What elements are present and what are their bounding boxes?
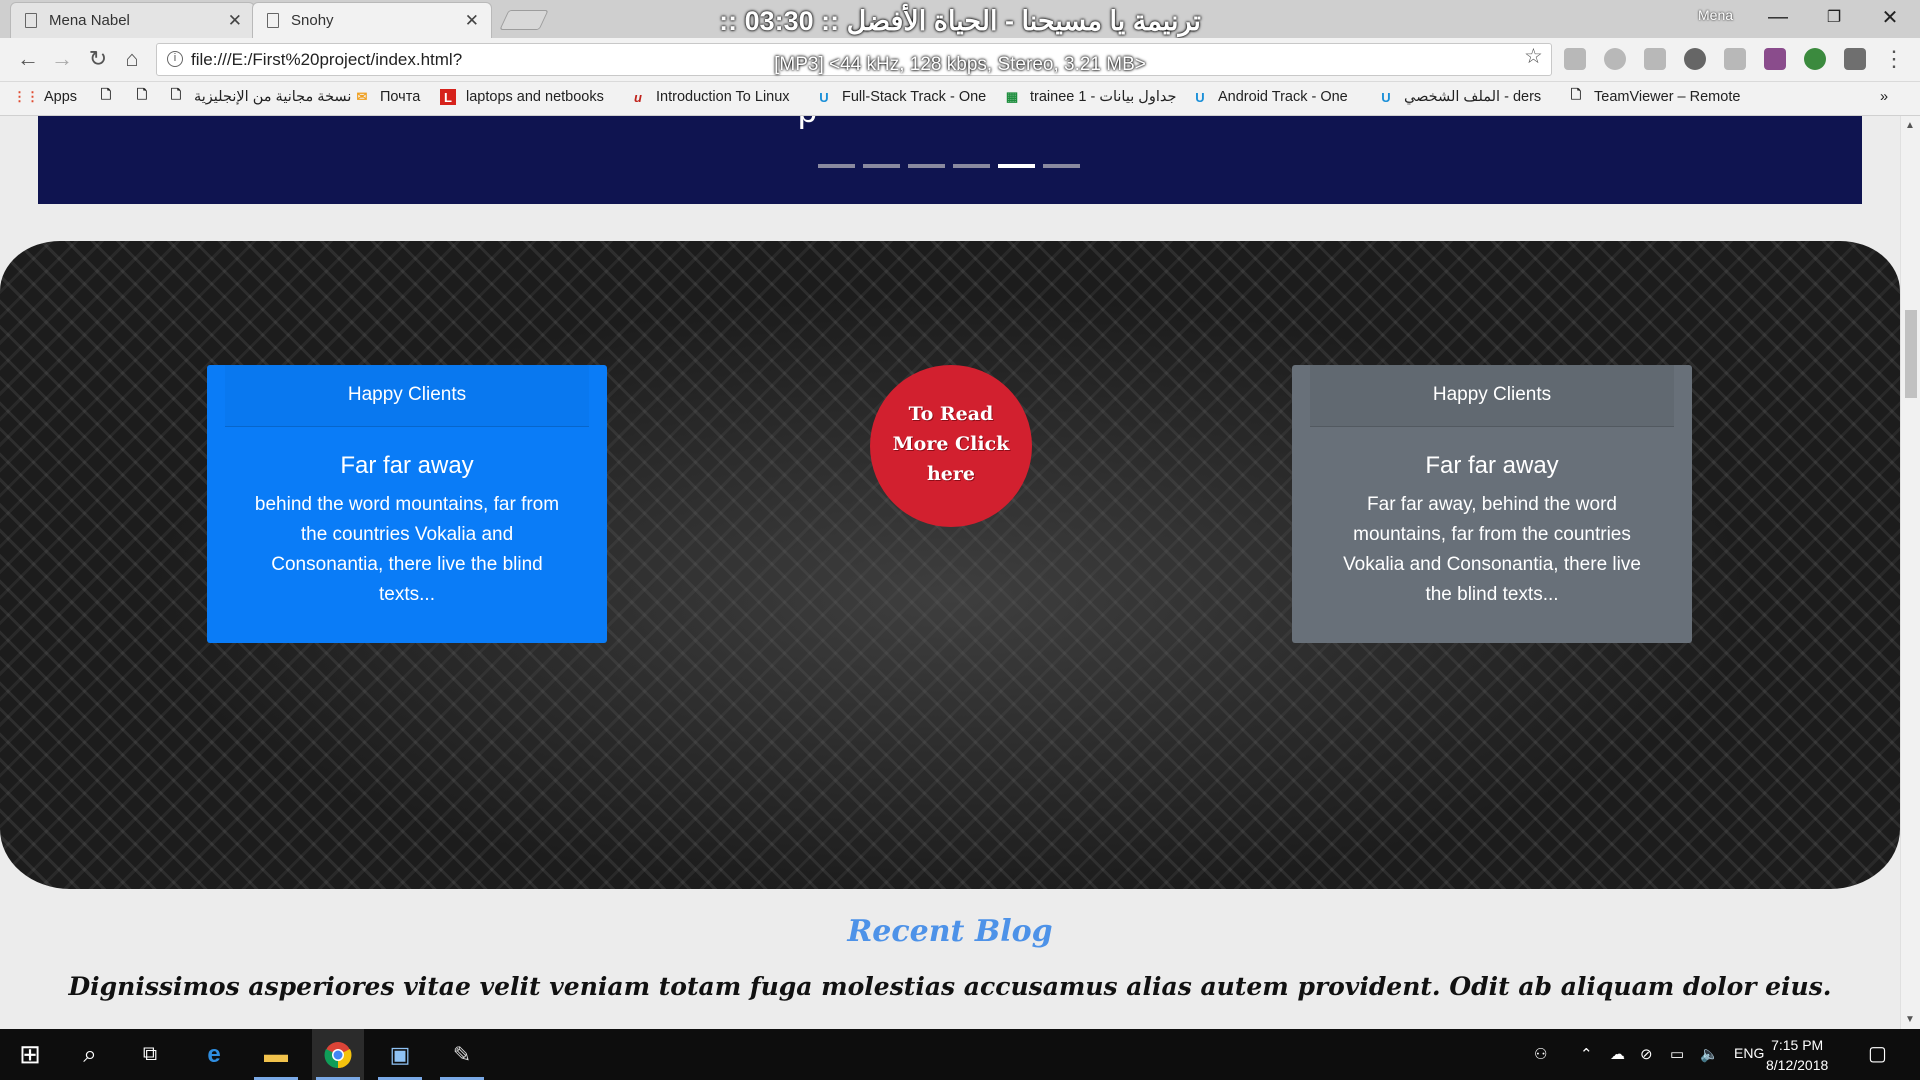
bookmark-pochta[interactable]: ✉ Почта	[354, 89, 421, 105]
linux-logo-icon: u	[634, 89, 642, 105]
bookmark-apps[interactable]: ⋮⋮ Apps	[13, 89, 78, 105]
task-view-icon[interactable]: ⧉	[124, 1029, 176, 1080]
close-window-button[interactable]: ✕	[1862, 2, 1918, 32]
card-title: Far far away	[340, 452, 474, 479]
clock-date: 8/12/2018	[1766, 1057, 1829, 1073]
bookmark-trainee[interactable]: ▦ trainee 1 - جداول بيانات	[1004, 89, 1177, 105]
recent-blog-heading: Recent Blog	[847, 914, 1053, 949]
show-hidden-icons[interactable]: ⌃	[1580, 1045, 1593, 1063]
app-icon[interactable]: ▣	[374, 1029, 426, 1080]
bookmarks-overflow[interactable]: »	[1880, 89, 1888, 105]
clock-time: 7:15 PM	[1771, 1037, 1824, 1053]
hero-caption: p	[798, 116, 817, 131]
bookmark-arabic-copy[interactable]: 🗋 نسخة مجانية من الإنجليزية	[168, 87, 352, 105]
profile-name[interactable]: Mena	[1698, 7, 1733, 23]
sheets-icon: ▦	[1005, 89, 1019, 104]
scroll-up-icon[interactable]: ▲	[1905, 120, 1915, 131]
onedrive-icon[interactable]: ☁	[1610, 1045, 1625, 1063]
battery-icon[interactable]: ▭	[1670, 1045, 1684, 1063]
mail-icon: ✉	[356, 89, 368, 104]
apps-grid-icon: ⋮⋮	[13, 89, 39, 104]
windows-taskbar: ⊞ ⌕ ⧉ e ▬ ▣ ✎ ⚇ ⌃ ☁ ⊘ ▭ 🔈 ENG 7:15 PM 8/…	[0, 1029, 1920, 1080]
bookmark-label: Почта	[380, 89, 421, 105]
bookmark-teamviewer[interactable]: 🗋 TeamViewer – Remote	[1568, 87, 1741, 105]
tab-strip: Mena Nabel ✕ Snohy ✕ :: ترنيمة يا مسيحنا…	[0, 0, 1920, 38]
slide-indicator[interactable]	[863, 164, 900, 168]
card-header: Happy Clients	[225, 365, 589, 427]
chrome-logo-icon	[324, 1041, 352, 1068]
read-more-line: To Read	[908, 403, 994, 425]
people-icon[interactable]: ⚇	[1534, 1045, 1547, 1063]
windows-start-icon[interactable]: ⊞	[4, 1029, 56, 1080]
bookmark-page[interactable]: 🗋	[134, 87, 160, 105]
language-indicator[interactable]: ENG	[1734, 1045, 1764, 1061]
card-header: Happy Clients	[1310, 365, 1674, 427]
bookmark-label: TeamViewer – Remote	[1594, 89, 1741, 105]
minimize-button[interactable]: —	[1750, 2, 1806, 32]
bookmark-label: laptops and netbooks	[466, 89, 604, 105]
slide-indicator[interactable]	[818, 164, 855, 168]
page-icon: 🗋	[136, 87, 148, 102]
bookmark-page[interactable]: 🗋	[98, 87, 124, 105]
card-text: behind the word mountains, far from the …	[254, 494, 560, 605]
l-logo-icon: L	[440, 89, 456, 105]
page-icon: 🗋	[1570, 87, 1582, 102]
bookmarks-bar: ⋮⋮ Apps 🗋 🗋 🗋 نسخة مجانية من الإنجليزية …	[0, 82, 1920, 116]
page-scrollbar[interactable]: ▲ ▼	[1900, 116, 1920, 1029]
page-viewport: p Happy Clients Far far away behind the …	[0, 116, 1900, 1029]
media-player-info: [MP3] <44 kHz, 128 kbps, Stereo, 3.21 MB…	[774, 54, 1146, 75]
system-clock[interactable]: 7:15 PM 8/12/2018	[1766, 1035, 1828, 1075]
edge-icon[interactable]: e	[188, 1029, 240, 1080]
testimonials-section: Happy Clients Far far away behind the wo…	[0, 241, 1900, 889]
hero-slider: p	[38, 116, 1862, 204]
bookmark-label: Android Track - One	[1218, 89, 1348, 105]
udacity-icon: U	[1381, 89, 1391, 105]
read-more-line: here	[926, 463, 975, 485]
card-title: Far far away	[1425, 452, 1559, 479]
slide-indicator[interactable]	[1043, 164, 1080, 168]
slider-indicators	[818, 164, 1080, 168]
bookmark-laptops[interactable]: L laptops and netbooks	[440, 89, 604, 105]
udacity-icon: U	[819, 89, 829, 105]
slide-indicator[interactable]	[953, 164, 990, 168]
read-more-button[interactable]: To Read More Click here	[870, 365, 1032, 527]
bookmark-label: الملف الشخصي - ders	[1404, 89, 1542, 105]
hero-caption-text: p	[798, 116, 817, 130]
file-explorer-icon[interactable]: ▬	[250, 1029, 302, 1080]
network-icon[interactable]: ⊘	[1640, 1045, 1653, 1063]
paint-icon[interactable]: ✎	[436, 1029, 488, 1080]
scroll-thumb[interactable]	[1905, 310, 1917, 398]
slide-indicator-active[interactable]	[998, 164, 1035, 168]
read-more-line: More Click	[892, 433, 1010, 455]
card-text: Far far away, behind the word mountains,…	[1343, 494, 1641, 605]
bookmark-profile[interactable]: U الملف الشخصي - ders	[1378, 89, 1541, 105]
media-player-title: :: ترنيمة يا مسيحنا - الحياة الأفضل :: 0…	[719, 6, 1201, 36]
bookmark-android[interactable]: U Android Track - One	[1192, 89, 1348, 105]
bookmark-label: Full-Stack Track - One	[842, 89, 987, 105]
volume-icon[interactable]: 🔈	[1700, 1045, 1719, 1063]
notifications-icon[interactable]: ▢	[1868, 1041, 1887, 1066]
udacity-icon: U	[1195, 89, 1205, 105]
bookmark-label: trainee 1 - جداول بيانات	[1030, 89, 1177, 105]
recent-blog-subtitle: Dignissimos asperiores vitae velit venia…	[68, 972, 1832, 1001]
bookmark-label: Apps	[44, 89, 78, 105]
bookmark-linux[interactable]: u Introduction To Linux	[630, 89, 790, 105]
bookmark-fullstack[interactable]: U Full-Stack Track - One	[816, 89, 986, 105]
scroll-down-icon[interactable]: ▼	[1905, 1014, 1915, 1025]
bookmark-label: Introduction To Linux	[656, 89, 790, 105]
bookmark-label: نسخة مجانية من الإنجليزية	[194, 89, 352, 105]
page-icon: 🗋	[170, 87, 182, 102]
chrome-icon[interactable]	[312, 1029, 364, 1080]
slide-indicator[interactable]	[908, 164, 945, 168]
search-icon[interactable]: ⌕	[64, 1029, 116, 1080]
page-icon: 🗋	[100, 87, 112, 102]
happy-clients-card: Happy Clients Far far away behind the wo…	[207, 365, 607, 643]
happy-clients-card: Happy Clients Far far away Far far away,…	[1292, 365, 1692, 643]
restore-button[interactable]: ❐	[1806, 2, 1862, 32]
